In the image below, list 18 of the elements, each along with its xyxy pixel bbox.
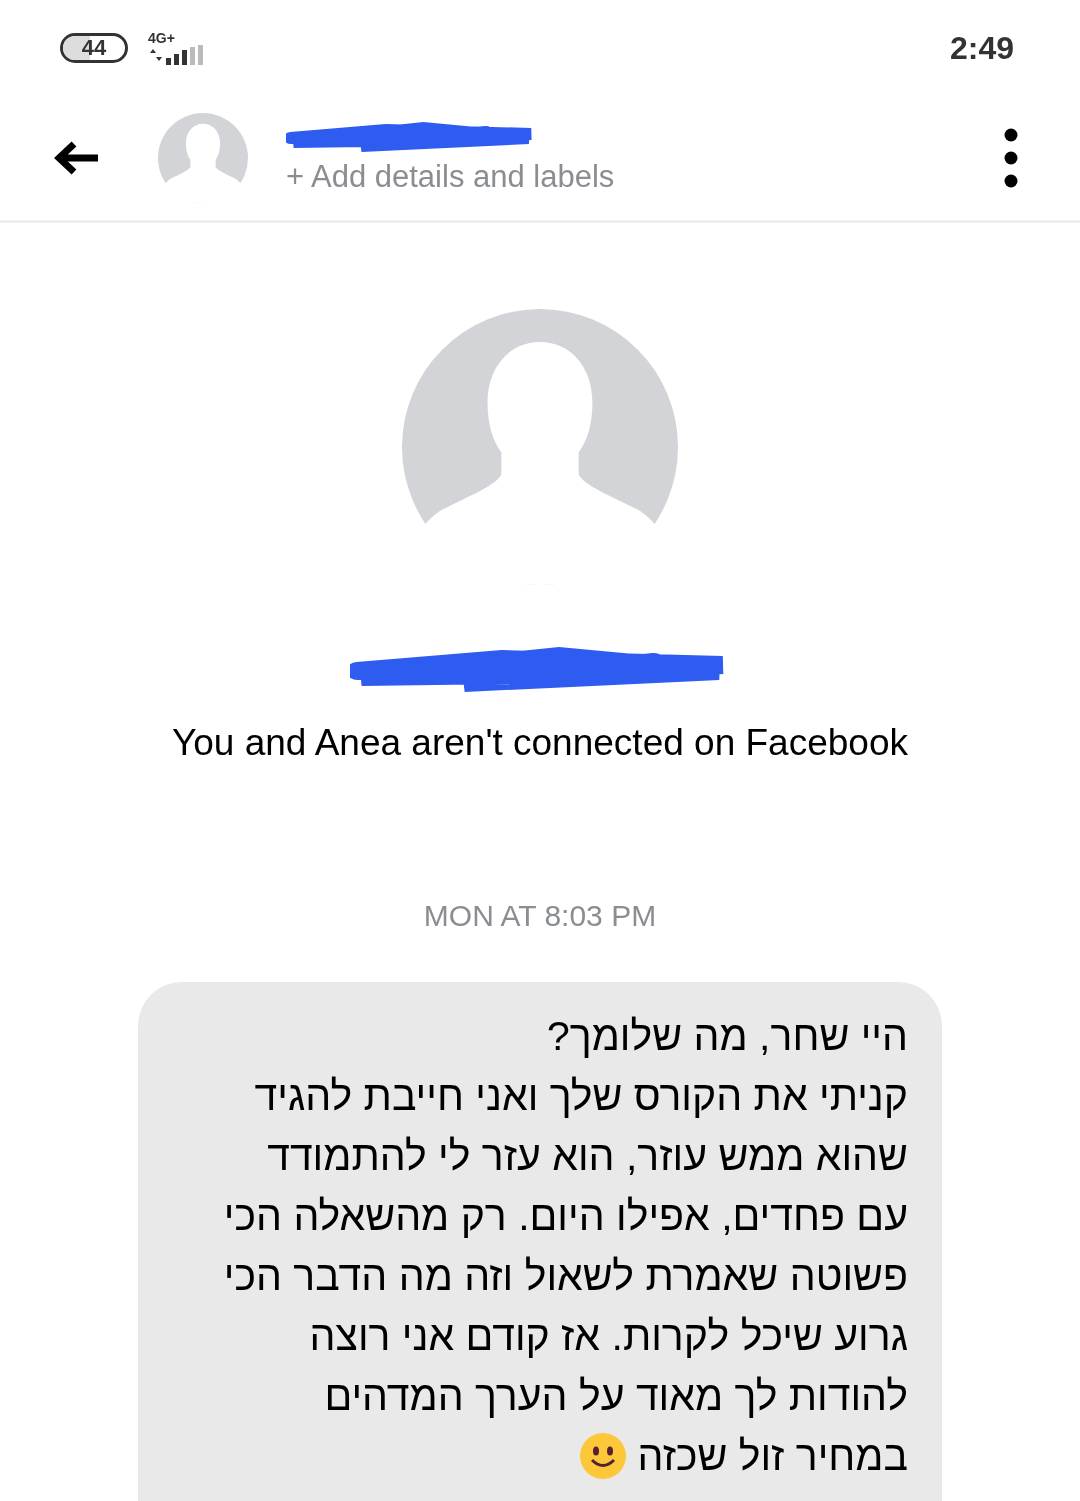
clock-time: 2:49 — [949, 28, 1014, 68]
message-line: פשוטה שאמרת לשאול וזה מה הדבר הכי — [223, 1251, 908, 1301]
message-line: גרוע שיכל לקרות. אז קודם אני רוצה — [309, 1311, 908, 1361]
connection-note: You and Anea aren't connected on Facebook — [172, 721, 908, 765]
message-line: במחיר זול שכזה — [637, 1431, 908, 1481]
signal-icon — [148, 44, 206, 65]
more-icon — [1004, 127, 1018, 188]
network-type: 4G+ — [148, 30, 176, 45]
message-line: היי שחר, מה שלומך? — [547, 1011, 908, 1061]
back-arrow-icon — [54, 139, 100, 176]
message-line: שהוא ממש עוזר, הוא עזר לי להתמודד — [267, 1131, 908, 1181]
message-line: קניתי את הקורס שלך ואני חייבת להגיד — [254, 1071, 908, 1121]
more-options-button[interactable] — [1004, 127, 1018, 188]
message-line: עם פחדים, אפילו היום. רק מהשאלה הכי — [223, 1191, 908, 1241]
message-line: להודות לך מאוד על הערך המדהים — [324, 1371, 908, 1421]
battery-indicator: 44 — [60, 32, 128, 63]
message-timestamp: MON AT 8:03 PM — [423, 897, 657, 934]
add-details-link[interactable]: + Add details and labels — [286, 154, 615, 201]
